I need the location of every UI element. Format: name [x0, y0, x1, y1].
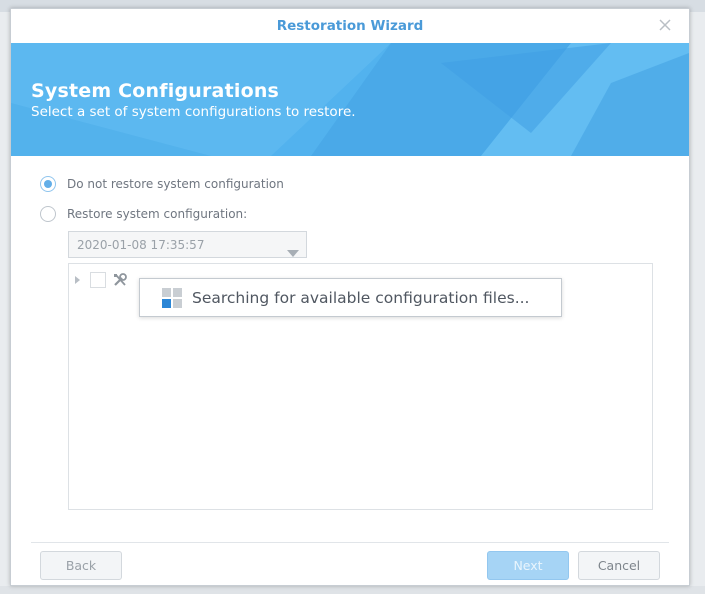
- backup-version-select[interactable]: 2020-01-08 17:35:57: [68, 231, 307, 258]
- header-banner: System Configurations Select a set of sy…: [11, 43, 689, 156]
- status-message: Searching for available configuration fi…: [192, 288, 530, 307]
- window-title: Restoration Wizard: [276, 18, 424, 34]
- tree-row-all-configurations[interactable]: [75, 272, 132, 288]
- radio-button-checked[interactable]: [40, 176, 56, 192]
- backup-version-value: 2020-01-08 17:35:57: [77, 237, 205, 252]
- radio-no-restore-label: Do not restore system configuration: [67, 177, 284, 191]
- banner-subtitle: Select a set of system configurations to…: [31, 104, 356, 120]
- searching-status-popup: Searching for available configuration fi…: [139, 278, 562, 317]
- restoration-wizard-dialog: Restoration Wizard System Configurations…: [10, 8, 690, 586]
- radio-button-unchecked[interactable]: [40, 206, 56, 222]
- close-icon[interactable]: [657, 17, 673, 33]
- back-button[interactable]: Back: [40, 551, 122, 580]
- radio-no-restore[interactable]: Do not restore system configuration: [40, 176, 284, 192]
- cancel-button[interactable]: Cancel: [578, 551, 660, 580]
- title-bar[interactable]: Restoration Wizard: [11, 9, 689, 43]
- radio-restore[interactable]: Restore system configuration:: [40, 206, 247, 222]
- tree-checkbox[interactable]: [90, 272, 106, 288]
- chevron-down-icon[interactable]: [287, 242, 299, 261]
- loading-grid-icon: [162, 287, 182, 308]
- next-button[interactable]: Next: [487, 551, 569, 580]
- radio-restore-label: Restore system configuration:: [67, 207, 248, 221]
- banner-title: System Configurations: [31, 80, 280, 102]
- tools-icon: [112, 272, 128, 288]
- desktop-background-bottom: [0, 586, 705, 594]
- expand-caret-icon[interactable]: [75, 276, 80, 284]
- footer-divider: [31, 542, 669, 543]
